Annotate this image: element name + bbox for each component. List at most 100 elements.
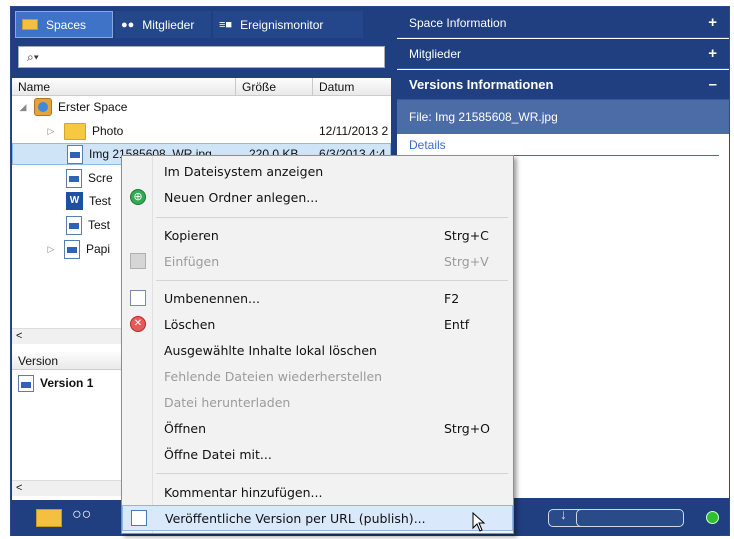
document-icon <box>66 168 82 188</box>
menu-item-label: Im Dateisystem anzeigen <box>164 163 324 179</box>
menu-item-open-with[interactable]: Öffne Datei mit... <box>122 441 513 467</box>
panel-versions-informationen[interactable]: Versions Informationen – <box>397 70 729 100</box>
menu-separator <box>156 280 508 281</box>
people-icon: ●● <box>121 18 135 31</box>
menu-item-publish[interactable]: Veröffentliche Version per URL (publish)… <box>122 505 513 531</box>
new-folder-icon: ⊕ <box>130 189 146 205</box>
folder-icon[interactable] <box>36 509 62 527</box>
scroll-left-icon[interactable]: < <box>16 482 22 494</box>
menu-item-label: Umbenennen... <box>164 290 260 306</box>
menu-item-copy[interactable]: Kopieren Strg+C <box>122 222 513 248</box>
tab-ereignismonitor-label: Ereignismonitor <box>240 17 324 32</box>
column-divider[interactable] <box>235 78 236 96</box>
monitor-icon: ≡■ <box>219 18 233 31</box>
people-icon[interactable]: ○○ <box>72 506 91 524</box>
menu-item-label: Kopieren <box>164 227 219 243</box>
panel-title: Space Information <box>409 15 507 30</box>
panel-mitglieder[interactable]: Mitglieder + <box>397 39 729 69</box>
menu-separator <box>156 473 508 474</box>
search-input[interactable]: ⌕▾ <box>18 46 385 68</box>
menu-item-label: Ausgewählte Inhalte lokal löschen <box>164 342 377 358</box>
tree-row[interactable]: ▷ Photo 12/11/2013 2 <box>12 120 391 142</box>
menu-item-label: Veröffentliche Version per URL (publish)… <box>165 510 426 526</box>
document-icon <box>64 239 80 259</box>
word-file-icon: W <box>66 192 83 210</box>
image-file-icon <box>67 144 83 164</box>
scroll-left-icon[interactable]: < <box>16 330 22 342</box>
minus-icon[interactable]: – <box>709 76 717 93</box>
tree-root-label: Erster Space <box>58 100 128 114</box>
expand-arrow-icon[interactable]: ▷ <box>46 126 56 137</box>
folder-icon <box>22 19 38 30</box>
menu-item-label: Öffne Datei mit... <box>164 446 272 462</box>
publish-icon <box>131 510 147 526</box>
tree-item-label: Test <box>89 194 112 208</box>
tree-item-label: Test <box>88 218 111 232</box>
mouse-cursor-icon <box>472 512 486 532</box>
progress-bar <box>576 509 684 527</box>
menu-item-shortcut: Entf <box>444 316 470 332</box>
column-date[interactable]: Datum <box>319 80 354 94</box>
tab-ereignismonitor[interactable]: ≡■ Ereignismonitor <box>213 11 363 38</box>
menu-item-shortcut: Strg+V <box>444 253 489 269</box>
details-link[interactable]: Details <box>409 138 719 156</box>
menu-item-open[interactable]: Öffnen Strg+O <box>122 415 513 441</box>
tree-item-label: Papi <box>86 242 111 256</box>
context-menu: Im Dateisystem anzeigen ⊕ Neuen Ordner a… <box>121 155 514 534</box>
panel-title: Versions Informationen <box>409 77 554 92</box>
search-icon: ⌕▾ <box>27 50 39 64</box>
plus-icon[interactable]: + <box>708 45 717 62</box>
tab-mitglieder[interactable]: ●● Mitglieder <box>115 11 211 38</box>
column-divider[interactable] <box>312 78 313 96</box>
version-label: Version 1 <box>40 376 94 390</box>
menu-item-download[interactable]: Datei herunterladen <box>122 389 513 415</box>
menu-item-restore-missing[interactable]: Fehlende Dateien wiederherstellen <box>122 363 513 389</box>
column-size[interactable]: Größe <box>242 80 276 94</box>
menu-item-label: Öffnen <box>164 420 206 436</box>
menu-item-label: Kommentar hinzufügen... <box>164 484 323 500</box>
menu-item-label: Neuen Ordner anlegen... <box>164 189 319 205</box>
menu-item-new-folder[interactable]: ⊕ Neuen Ordner anlegen... <box>122 184 513 210</box>
tab-bar: Spaces ●● Mitglieder ≡■ Ereignismonitor <box>12 8 391 38</box>
folder-icon <box>64 122 86 140</box>
tab-spaces[interactable]: Spaces <box>15 11 113 38</box>
menu-item-shortcut: Strg+O <box>444 420 491 436</box>
menu-item-label: Einfügen <box>164 253 220 269</box>
menu-item-shortcut: F2 <box>444 290 460 306</box>
tab-spaces-label: Spaces <box>46 17 87 32</box>
menu-item-delete-local[interactable]: Ausgewählte Inhalte lokal löschen <box>122 337 513 363</box>
file-info-strip: File: Img 21585608_WR.jpg <box>397 100 729 134</box>
space-icon <box>34 98 52 116</box>
details-label: Details <box>409 138 446 152</box>
collapse-arrow-icon[interactable]: ◢ <box>18 102 28 113</box>
file-column-header: Name Größe Datum <box>12 78 391 96</box>
column-version[interactable]: Version <box>18 354 58 368</box>
menu-item-show-in-filesystem[interactable]: Im Dateisystem anzeigen <box>122 158 513 184</box>
expand-arrow-icon[interactable]: ▷ <box>46 244 56 255</box>
download-icon: ↓ <box>560 506 567 522</box>
panel-space-information[interactable]: Space Information + <box>397 8 729 38</box>
tree-root-row[interactable]: ◢ Erster Space <box>12 96 391 118</box>
tab-mitglieder-label: Mitglieder <box>142 17 195 32</box>
menu-item-paste[interactable]: Einfügen Strg+V <box>122 248 513 274</box>
column-name[interactable]: Name <box>18 80 50 94</box>
menu-item-add-comment[interactable]: Kommentar hinzufügen... <box>122 479 513 505</box>
menu-item-label: Fehlende Dateien wiederherstellen <box>164 368 383 384</box>
menu-separator <box>156 217 508 218</box>
panel-title: Mitglieder <box>409 46 462 61</box>
tree-item-label: Scre <box>88 171 113 185</box>
paste-icon <box>130 253 146 269</box>
version-file-icon <box>18 374 34 392</box>
delete-icon: ✕ <box>130 316 146 332</box>
menu-item-label: Datei herunterladen <box>164 394 291 410</box>
menu-item-label: Löschen <box>164 316 216 332</box>
tree-item-label: Photo <box>92 124 124 138</box>
menu-item-delete[interactable]: ✕ Löschen Entf <box>122 311 513 337</box>
menu-item-shortcut: Strg+C <box>444 227 489 243</box>
tree-item-date: 12/11/2013 2 <box>319 124 389 138</box>
search-bar: ⌕▾ <box>12 38 391 78</box>
status-dot-icon <box>706 511 719 524</box>
plus-icon[interactable]: + <box>708 14 717 31</box>
file-name: File: Img 21585608_WR.jpg <box>409 110 558 124</box>
menu-item-rename[interactable]: Umbenennen... F2 <box>122 285 513 311</box>
